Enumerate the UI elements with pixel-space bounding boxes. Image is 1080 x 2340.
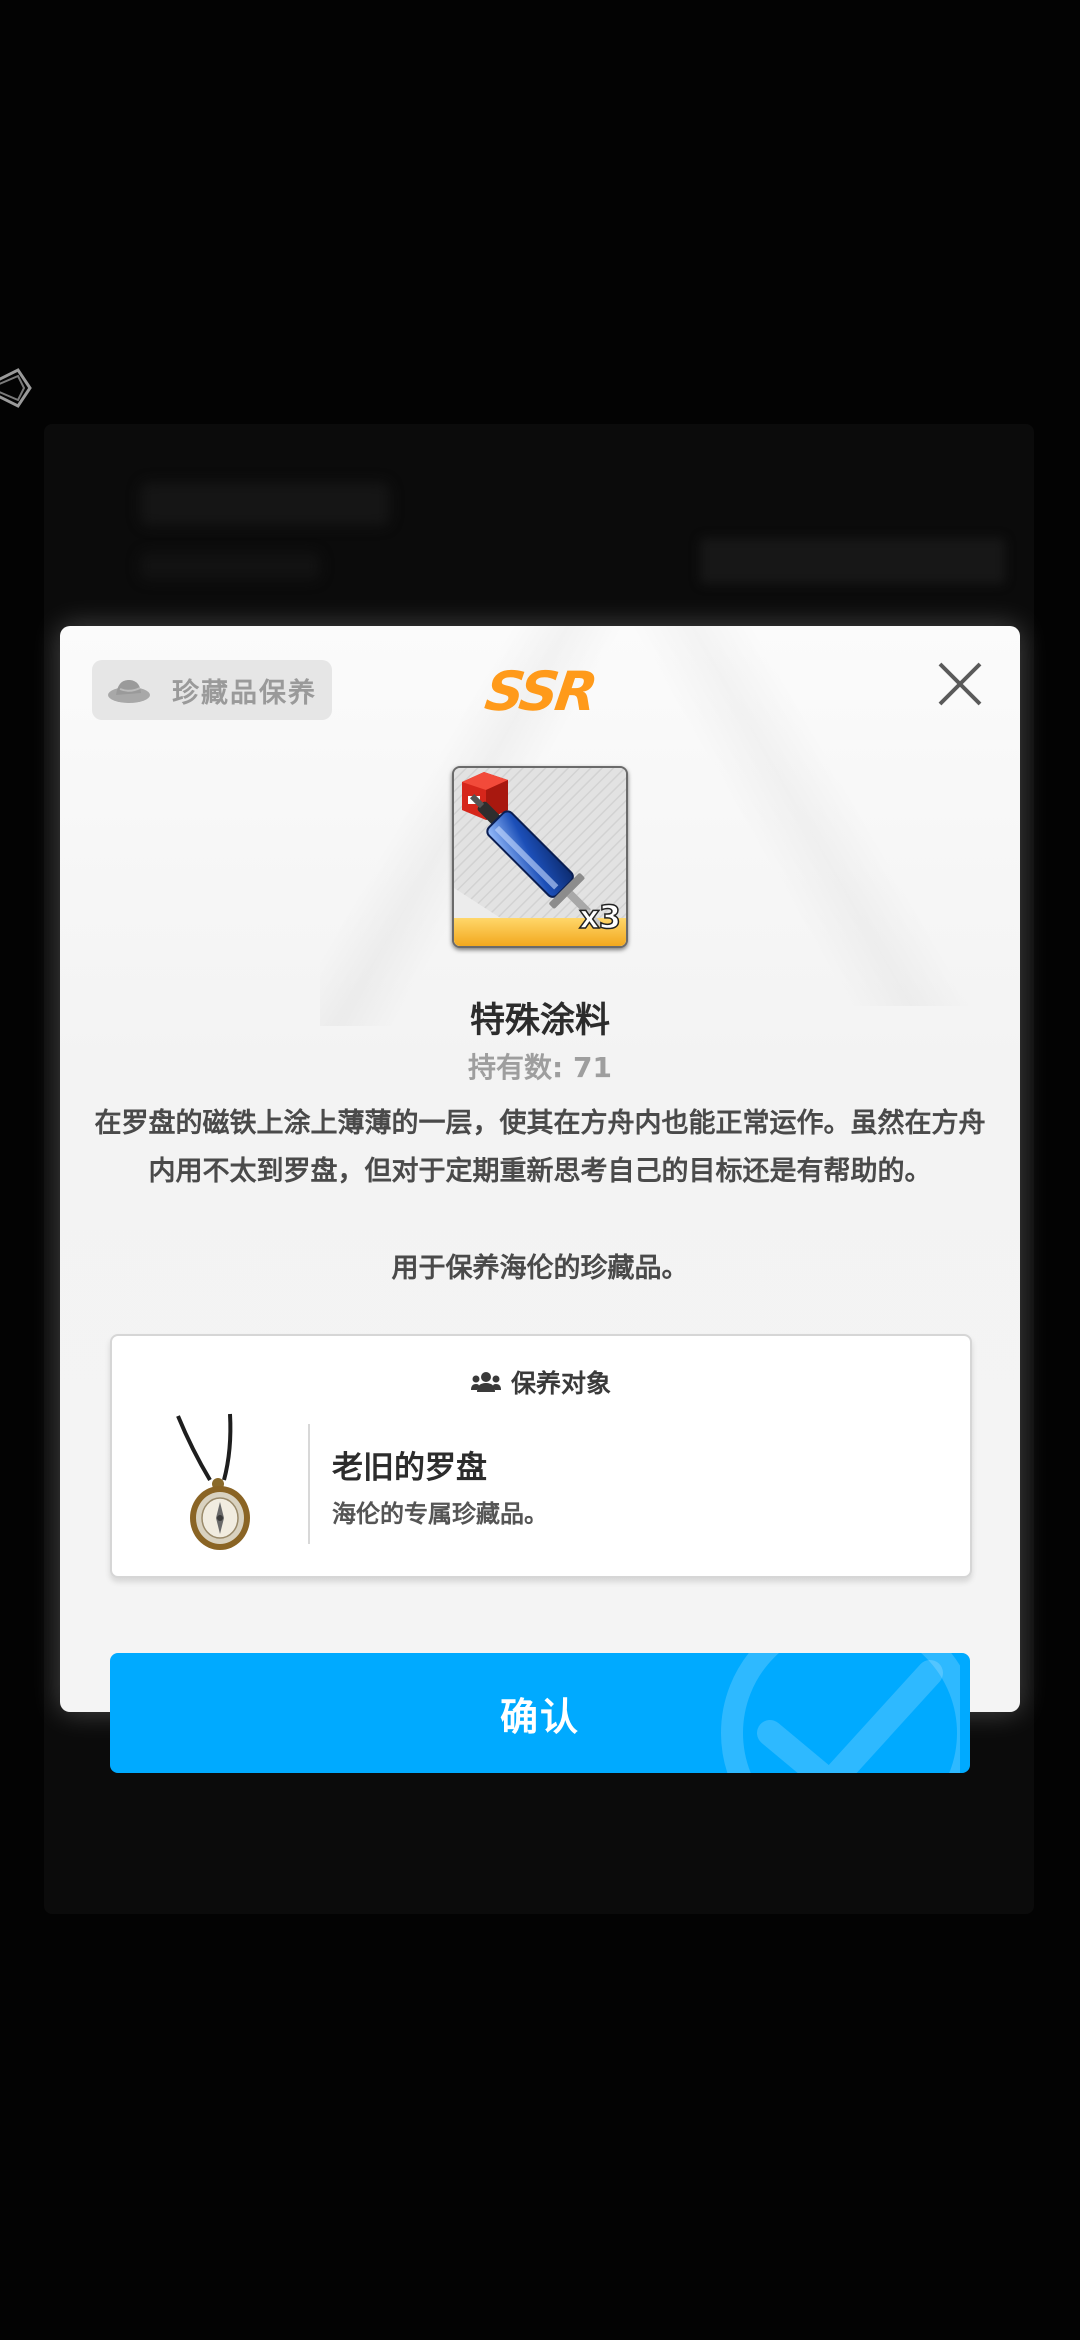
item-owned-count: 持有数: 71 [468,1051,612,1084]
hat-icon [108,679,150,703]
item-usage: 用于保养海伦的珍藏品。 [391,1253,689,1284]
confirm-button-label: 确认 [499,1694,580,1739]
item-quantity-badge: x3 [578,897,621,937]
item-detail-modal: 珍藏品保养 SSR x3 特殊涂料 持有数: 71 在罗盘的磁铁上涂上薄薄的一层… [60,626,1020,1712]
item-name: 特殊涂料 [469,1001,610,1041]
maintenance-target-card: 保养对象 老旧的罗盘 海伦的专属珍藏品。 [110,1334,972,1578]
target-name: 老旧的罗盘 [332,1450,487,1486]
background-arrow-icon [0,368,32,408]
item-icon: x3 [452,766,628,948]
confirm-button[interactable]: 确认 [110,1653,970,1773]
checkmark-icon [721,1653,960,1773]
background-button-blurred [700,538,1005,584]
people-icon [470,1372,501,1392]
background-subtitle-blurred [140,552,320,580]
background-title-blurred [140,482,390,526]
target-description: 海伦的专属珍藏品。 [332,1500,548,1528]
target-header-label: 保养对象 [510,1369,611,1398]
target-header: 保养对象 [112,1364,970,1400]
close-icon[interactable] [932,656,988,712]
category-tag-label: 珍藏品保养 [172,677,317,709]
category-tag: 珍藏品保养 [92,660,332,720]
screen: 珍藏品保养 SSR x3 特殊涂料 持有数: 71 在罗盘的磁铁上涂上薄薄的一层… [0,0,1080,2340]
rarity-badge: SSR [481,659,599,723]
compass-pendant-image [176,1413,250,1550]
item-description: 在罗盘的磁铁上涂上薄薄的一层，使其在方舟内也能正常运作。虽然在方舟内用不太到罗盘… [94,1108,986,1187]
